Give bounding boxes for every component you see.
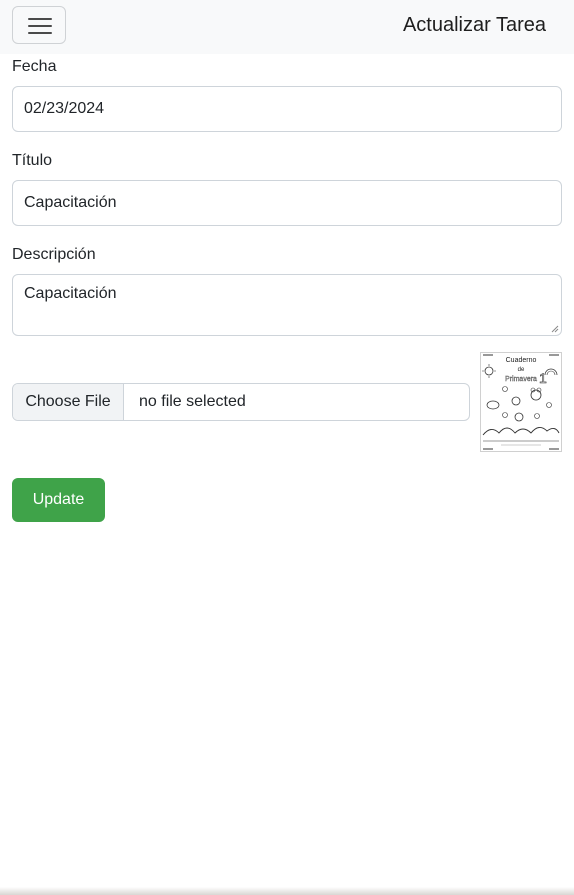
thumb-heading-1: Cuaderno (506, 357, 537, 364)
update-button[interactable]: Update (12, 478, 105, 522)
title-label: Título (12, 152, 53, 169)
image-thumbnail: Cuaderno de Primavera 1 (480, 352, 562, 452)
date-input[interactable]: 02/23/2024 (12, 86, 562, 132)
window-bottom-edge (0, 887, 574, 895)
choose-file-button[interactable]: Choose File (13, 384, 124, 420)
description-label: Descripción (12, 246, 96, 263)
coloring-book-cover-image: Cuaderno de Primavera 1 (481, 353, 561, 451)
menu-toggle-button[interactable] (12, 6, 66, 44)
file-input[interactable]: Choose File no file selected (12, 383, 470, 421)
page-title: Actualizar Tarea (402, 14, 546, 36)
top-navbar: Actualizar Tarea (0, 0, 574, 54)
description-textarea[interactable]: Capacitación (12, 274, 562, 336)
file-status-text: no file selected (139, 393, 246, 410)
title-input[interactable]: Capacitación (12, 180, 562, 226)
thumb-heading-3: Primavera (505, 376, 537, 383)
resize-grip-icon[interactable] (551, 325, 559, 333)
thumb-heading-2: de (518, 367, 525, 373)
date-label: Fecha (12, 58, 57, 75)
description-text: Capacitación (24, 285, 117, 302)
